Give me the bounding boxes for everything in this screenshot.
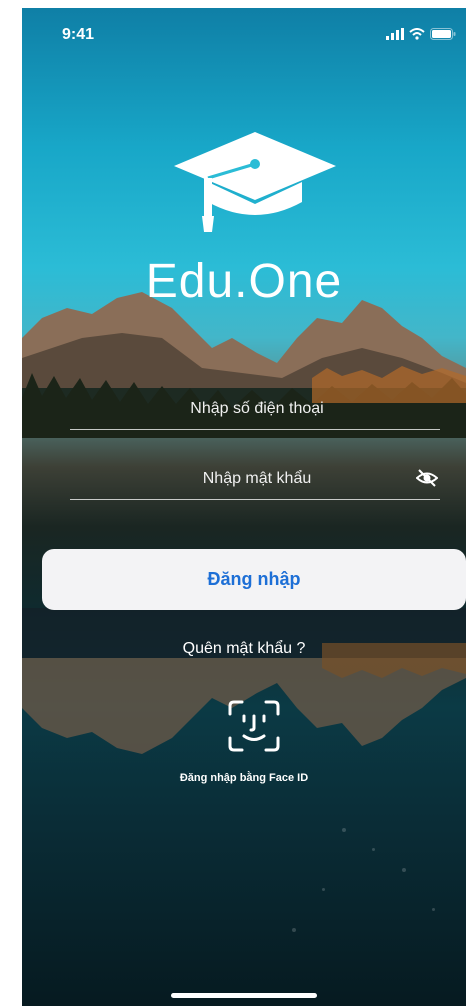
- login-button[interactable]: Đăng nhập: [42, 549, 466, 610]
- status-time: 9:41: [62, 26, 95, 43]
- phone-input[interactable]: [70, 386, 444, 432]
- home-indicator[interactable]: [171, 993, 317, 998]
- graduation-cap-icon: [174, 132, 336, 232]
- eye-off-icon[interactable]: [416, 468, 438, 488]
- phone-screen: 9:41 Edu.One Nhập số điện thoại Đăng nhậ…: [22, 8, 466, 1006]
- faceid-icon[interactable]: [228, 700, 280, 752]
- password-input[interactable]: [70, 456, 444, 502]
- password-underline: [70, 499, 440, 500]
- faceid-label[interactable]: Đăng nhập bằng Face ID: [22, 772, 466, 784]
- brand-title: Edu.One: [145, 255, 343, 308]
- battery-icon: [430, 28, 456, 40]
- forgot-password-link[interactable]: Quên mật khẩu ?: [22, 640, 466, 658]
- status-bar: 9:41: [22, 8, 466, 52]
- phone-field[interactable]: [70, 386, 444, 432]
- signal-icon: [386, 28, 404, 40]
- password-field[interactable]: [70, 456, 444, 502]
- phone-underline: [70, 429, 440, 430]
- wifi-icon: [409, 28, 425, 40]
